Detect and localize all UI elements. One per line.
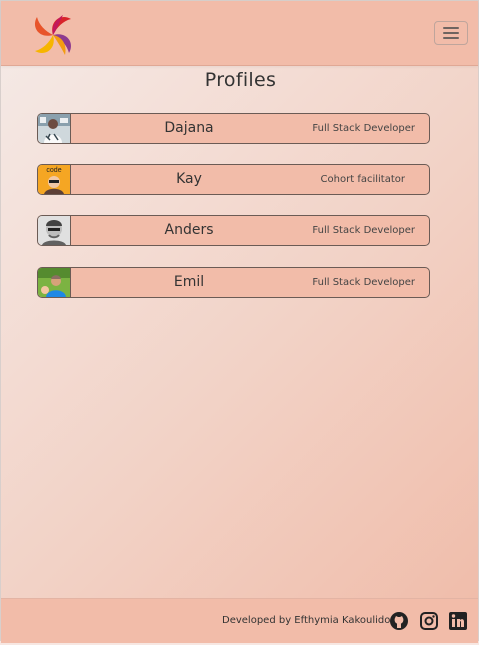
profile-role: Full Stack Developer	[312, 277, 415, 288]
footer: Developed by Efthymia Kakoulidou	[1, 598, 478, 643]
svg-text:code: code	[46, 167, 61, 174]
github-icon[interactable]	[389, 611, 409, 631]
profile-name: Emil	[173, 274, 205, 290]
profile-role: Full Stack Developer	[312, 225, 415, 236]
page-title: Profiles	[204, 69, 277, 91]
linkedin-icon[interactable]	[448, 611, 468, 631]
profile-card-anders[interactable]: Anders Full Stack Developer	[37, 215, 430, 246]
footer-credit: Developed by Efthymia Kakoulidou	[222, 615, 397, 626]
hamburger-menu-icon	[443, 27, 459, 29]
profile-name: Anders	[164, 222, 214, 238]
profile-role: Cohort facilitator	[320, 174, 405, 185]
instagram-icon[interactable]	[419, 611, 439, 631]
page: Profiles Dajana Full Stack Developer cod…	[0, 0, 479, 643]
navbar	[1, 1, 478, 66]
profile-card-kay[interactable]: code Kay Cohort facilitator	[37, 164, 430, 195]
hamburger-menu-icon	[443, 32, 459, 34]
swirl-logo-icon[interactable]	[29, 11, 77, 59]
avatar: code	[38, 165, 71, 194]
profile-card-emil[interactable]: Emil Full Stack Developer	[37, 267, 430, 298]
avatar	[38, 268, 71, 297]
hamburger-menu-icon	[443, 37, 459, 39]
profile-name: Kay	[176, 171, 202, 187]
avatar	[38, 114, 71, 143]
profile-name: Dajana	[164, 120, 214, 136]
avatar	[38, 216, 71, 245]
menu-toggle-button[interactable]	[434, 21, 468, 45]
profile-role: Full Stack Developer	[312, 123, 415, 134]
profile-card-dajana[interactable]: Dajana Full Stack Developer	[37, 113, 430, 144]
